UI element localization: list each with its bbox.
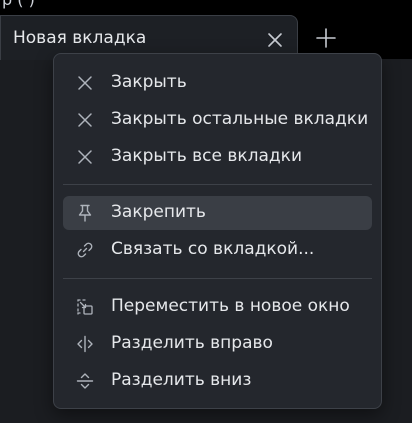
menu-separator [63,278,372,279]
close-icon [75,147,95,167]
menu-item-label: Переместить в новое окно [111,296,350,316]
menu-item-move-new-window[interactable]: Переместить в новое окно [63,290,372,324]
menu-item-pin[interactable]: Закрепить [63,196,372,230]
menu-item-label: Разделить вправо [111,333,273,353]
pin-icon [75,203,95,223]
tab-title: Новая вкладка [13,28,147,48]
menu-item-label: Разделить вниз [111,370,252,390]
menu-separator [63,184,372,185]
menu-item-link-tab[interactable]: Связать со вкладкой... [63,233,372,267]
close-icon [75,73,95,93]
tab-context-menu: Закрыть Закрыть остальные вкладки Закрыт… [53,53,382,409]
menu-item-close-all[interactable]: Закрыть все вкладки [63,140,372,174]
menu-item-split-down[interactable]: Разделить вниз [63,364,372,398]
menu-item-label: Закрыть остальные вкладки [111,109,369,129]
menu-item-label: Закрыть все вкладки [111,146,302,166]
menu-item-label: Закрепить [111,202,206,222]
menu-item-label: Связать со вкладкой... [111,239,315,259]
move-to-window-icon [75,297,95,317]
top-strip-text: p ( ) [2,0,35,9]
close-icon[interactable] [264,29,286,51]
menu-item-label: Закрыть [111,72,187,92]
split-down-icon [75,371,95,391]
menu-item-close-others[interactable]: Закрыть остальные вкладки [63,103,372,137]
window: p ( ) Новая вкладка Закрыть [0,0,412,423]
menu-item-split-right[interactable]: Разделить вправо [63,327,372,361]
plus-icon[interactable] [312,24,340,52]
top-strip: p ( ) [0,0,412,15]
split-right-icon [75,334,95,354]
link-icon [75,240,95,260]
menu-item-close[interactable]: Закрыть [63,66,372,100]
close-icon [75,110,95,130]
